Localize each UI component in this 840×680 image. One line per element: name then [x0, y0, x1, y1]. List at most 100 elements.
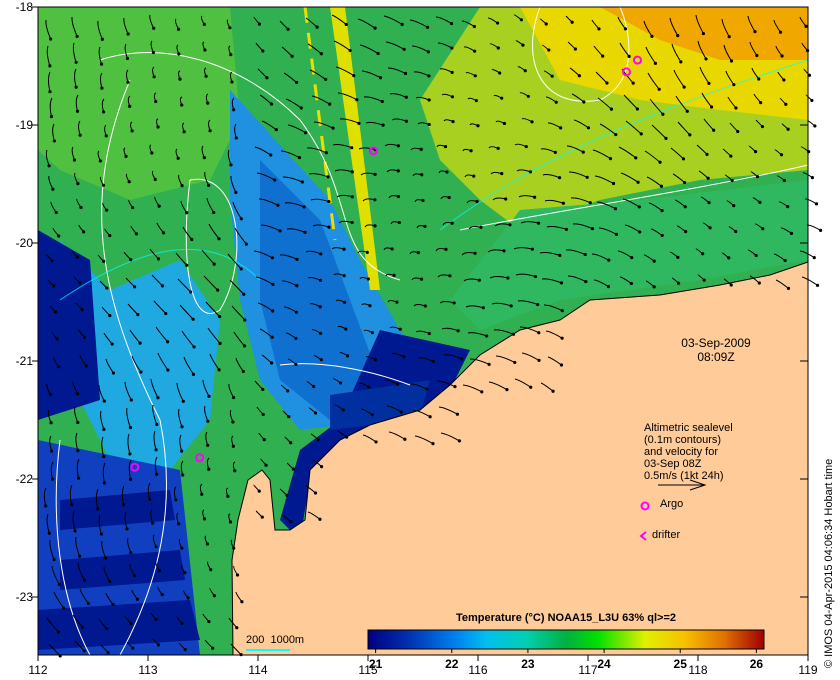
x-tick-label: 112: [28, 663, 48, 677]
credit-text: © IMOS 04-Apr-2015 04:06:34 Hobart time: [823, 458, 835, 668]
velocity-arrow-head: [782, 178, 786, 183]
velocity-arrow-head: [244, 242, 248, 246]
velocity-arrow-head: [131, 205, 135, 210]
velocity-arrow-head: [134, 232, 139, 236]
velocity-arrow-head: [313, 411, 318, 415]
velocity-arrow-head: [257, 489, 261, 493]
velocity-arrow-head: [676, 34, 680, 38]
velocity-arrow-head: [496, 146, 500, 151]
x-tick-label: 119: [798, 663, 818, 677]
velocity-arrow-head: [554, 100, 558, 104]
velocity-arrow-head: [370, 331, 374, 335]
velocity-arrow-head: [502, 121, 507, 126]
velocity-arrow-head: [660, 209, 664, 213]
velocity-arrow-head: [84, 364, 88, 368]
velocity-arrow-head: [326, 175, 330, 179]
velocity-arrow-head: [755, 175, 760, 179]
velocity-arrow-head: [289, 520, 293, 524]
velocity-arrow-head: [129, 398, 133, 402]
velocity-arrow-head: [234, 136, 238, 140]
velocity-arrow-head: [584, 279, 588, 284]
velocity-arrow-head: [78, 133, 82, 137]
velocity-arrow-head: [52, 557, 56, 562]
velocity-arrow-head: [706, 176, 710, 180]
x-tick-label: 113: [138, 663, 158, 677]
velocity-arrow-head: [152, 26, 156, 30]
velocity-arrow-head: [701, 31, 706, 36]
velocity-arrow-head: [536, 221, 541, 225]
velocity-arrow-head: [181, 399, 185, 403]
velocity-arrow-head: [557, 176, 562, 180]
velocity-arrow-head: [614, 232, 619, 236]
velocity-arrow-head: [559, 281, 564, 285]
velocity-arrow-head: [524, 145, 528, 149]
velocity-arrow-head: [426, 50, 431, 54]
velocity-arrow-head: [257, 22, 262, 26]
velocity-arrow-head: [106, 650, 110, 655]
velocity-arrow-head: [99, 532, 103, 536]
velocity-arrow-head: [530, 120, 534, 124]
velocity-arrow-head: [185, 263, 189, 267]
velocity-arrow-head: [638, 230, 642, 234]
velocity-arrow-head: [373, 26, 377, 30]
velocity-arrow-head: [778, 30, 783, 34]
velocity-arrow-head: [129, 622, 133, 626]
velocity-arrow-head: [504, 197, 508, 201]
velocity-arrow-head: [96, 507, 100, 511]
velocity-arrow-head: [732, 204, 736, 208]
velocity-arrow-head: [182, 130, 186, 134]
velocity-arrow-head: [611, 181, 616, 186]
velocity-arrow-head: [705, 152, 709, 156]
colorbar-tick-label: 25: [673, 657, 687, 671]
velocity-arrow-head: [780, 54, 784, 58]
velocity-arrow-head: [661, 112, 665, 116]
velocity-arrow-head: [639, 132, 643, 136]
velocity-arrow-head: [228, 26, 232, 30]
velocity-arrow-head: [396, 144, 400, 148]
velocity-arrow-head: [709, 105, 714, 109]
velocity-arrow-head: [241, 369, 245, 374]
velocity-arrow-head: [174, 498, 178, 502]
velocity-arrow-head: [318, 331, 323, 335]
velocity-arrow-head: [239, 217, 243, 221]
velocity-arrow-head: [419, 277, 424, 281]
velocity-arrow-head: [302, 205, 306, 209]
velocity-arrow-head: [447, 195, 451, 200]
velocity-arrow-head: [341, 408, 345, 412]
velocity-arrow-head: [753, 150, 758, 154]
velocity-arrow-head: [157, 568, 161, 573]
velocity-arrow-head: [404, 119, 409, 123]
velocity-arrow-head: [381, 123, 385, 127]
velocity-arrow-head: [605, 81, 609, 85]
velocity-arrow-head: [318, 305, 322, 309]
velocity-arrow-head: [297, 155, 302, 160]
velocity-arrow-head: [395, 300, 399, 304]
velocity-arrow-head: [475, 199, 479, 204]
velocity-arrow-head: [561, 201, 565, 205]
velocity-arrow-head: [355, 98, 359, 102]
velocity-arrow-head: [784, 102, 788, 106]
velocity-arrow-head: [80, 308, 84, 312]
velocity-arrow-head: [212, 594, 217, 598]
velocity-arrow-head: [338, 381, 343, 385]
velocity-arrow-head: [427, 98, 431, 102]
velocity-arrow-head: [239, 267, 243, 271]
velocity-arrow-head: [730, 178, 734, 183]
velocity-arrow-head: [151, 521, 155, 525]
velocity-arrow-head: [313, 491, 318, 495]
velocity-arrow-head: [727, 35, 731, 39]
velocity-arrow-head: [152, 75, 156, 79]
velocity-arrow-head: [48, 64, 52, 68]
velocity-arrow-head: [559, 363, 564, 367]
velocity-arrow-head: [373, 358, 377, 362]
velocity-arrow-head: [350, 195, 354, 199]
velocity-arrow-head: [303, 230, 307, 234]
velocity-arrow-head: [480, 390, 484, 394]
legend-line: 0.5m/s (1kt 24h): [644, 470, 724, 482]
velocity-arrow-head: [75, 34, 79, 38]
velocity-arrow-head: [55, 337, 59, 341]
velocity-arrow-head: [110, 342, 114, 346]
y-tick-label: -20: [15, 236, 33, 250]
velocity-arrow-head: [207, 619, 211, 624]
velocity-arrow-head: [295, 257, 299, 261]
